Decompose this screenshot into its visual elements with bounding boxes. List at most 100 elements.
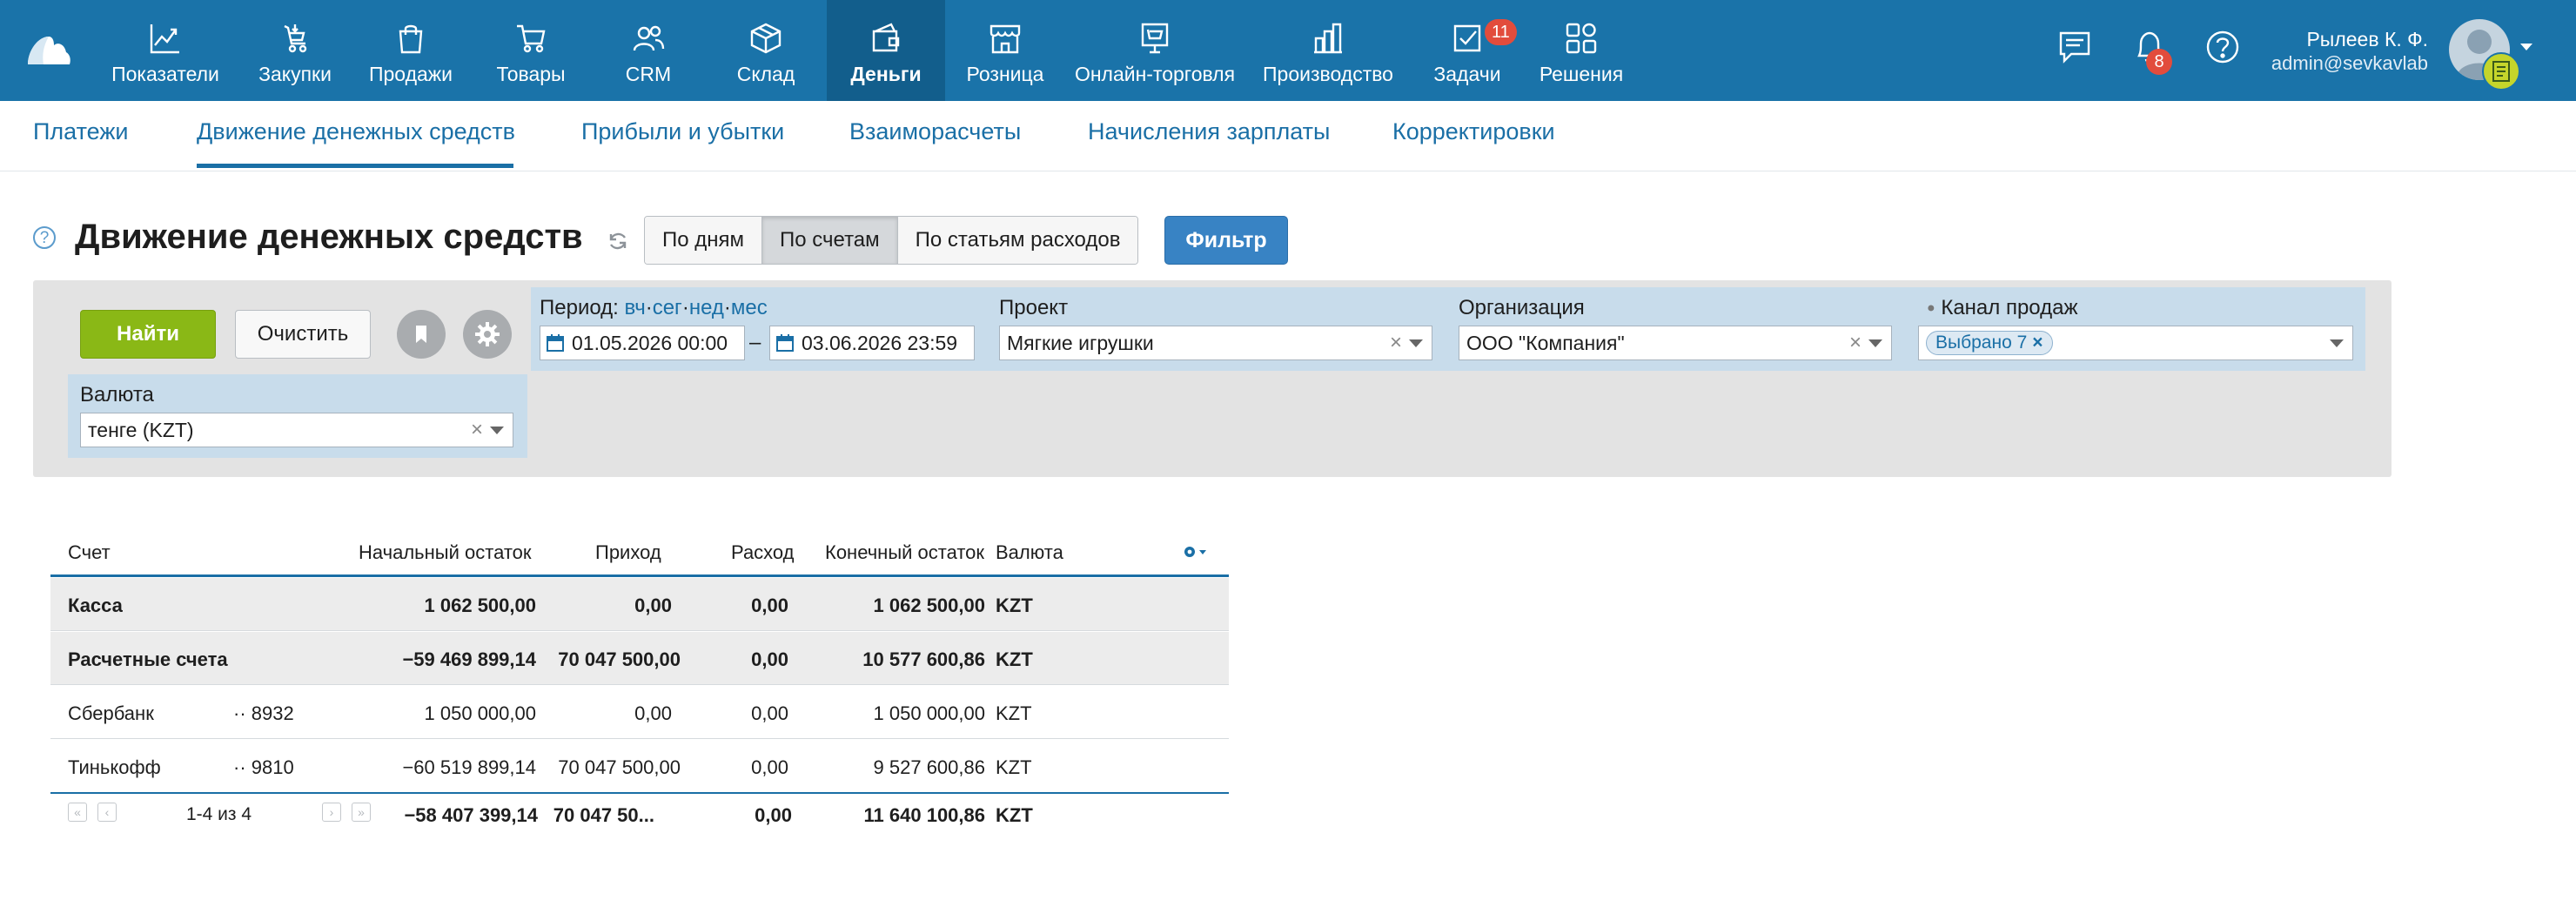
chip-remove-icon[interactable]: × xyxy=(2032,333,2043,353)
tab-cash-flow[interactable]: Движение денежных средств xyxy=(197,118,515,145)
nav-label: Задачи xyxy=(1433,63,1501,85)
cart-icon xyxy=(512,19,550,57)
tab-settlements[interactable]: Взаиморасчеты xyxy=(849,118,1021,145)
nav-item-tasks[interactable]: Задачи xyxy=(1417,0,1518,101)
col-expense[interactable]: Расход xyxy=(731,541,795,564)
avatar-badge xyxy=(2482,52,2520,91)
col-account[interactable]: Счет xyxy=(68,541,111,564)
end-balance: 9 527 600,86 xyxy=(873,756,985,778)
table-row[interactable]: Касса 1 062 500,00 0,00 0,00 1 062 500,0… xyxy=(50,578,1229,631)
next-page-button[interactable]: › xyxy=(322,803,341,822)
table-row[interactable]: Тинькофф ·· 9810 −60 519 899,14 70 047 5… xyxy=(50,740,1229,793)
chevron-down-icon[interactable] xyxy=(1409,339,1423,347)
nav-item-crm[interactable]: CRM xyxy=(602,0,694,101)
view-by-expense-items-button[interactable]: По статьям расходов xyxy=(897,217,1138,264)
filter-settings-button[interactable] xyxy=(463,310,512,359)
chevron-down-icon[interactable] xyxy=(1868,339,1882,347)
account-number: ·· 8932 xyxy=(233,702,294,724)
bookmark-button[interactable] xyxy=(397,310,446,359)
project-clear-icon[interactable]: × xyxy=(1390,326,1402,359)
currency: KZT xyxy=(996,756,1032,778)
income: 0,00 xyxy=(634,702,672,724)
period-link-yesterday[interactable]: вч xyxy=(625,296,646,319)
nav-label: Деньги xyxy=(850,63,922,85)
col-start-balance[interactable]: Начальный остаток xyxy=(359,541,532,564)
nav-item-retail[interactable]: Розница xyxy=(957,0,1053,101)
period-link-month[interactable]: мес xyxy=(731,296,768,319)
period-label: Период: вч·сег·нед·мес xyxy=(540,296,768,319)
table-row[interactable]: Сбербанк ·· 8932 1 050 000,00 0,00 0,00 … xyxy=(50,686,1229,739)
tab-payments[interactable]: Платежи xyxy=(33,118,129,145)
date-from-field[interactable]: 01.05.2026 00:00 xyxy=(540,326,745,360)
find-button[interactable]: Найти xyxy=(80,310,216,359)
organization-select[interactable]: ООО "Компания" × xyxy=(1459,326,1892,360)
chevron-down-icon[interactable] xyxy=(2330,339,2344,347)
chat-button[interactable] xyxy=(2054,24,2096,70)
income: 0,00 xyxy=(634,595,672,616)
cloud-logo-icon[interactable] xyxy=(23,24,75,77)
chat-icon xyxy=(2059,31,2090,64)
project-value: Мягкие игрушки xyxy=(1007,332,1154,354)
page-help-icon[interactable]: ? xyxy=(33,226,56,249)
col-end-balance[interactable]: Конечный остаток xyxy=(825,541,984,564)
nav-item-sales[interactable]: Продажи xyxy=(362,0,460,101)
sales-channel-label: ● Канал продаж xyxy=(1927,296,2078,320)
tasks-count-badge: 11 xyxy=(1485,19,1517,45)
period-link-week[interactable]: нед xyxy=(689,296,724,319)
total-start-balance: −58 407 399,14 xyxy=(404,804,538,826)
col-income[interactable]: Приход xyxy=(595,541,661,564)
expense: 0,00 xyxy=(751,756,788,778)
nav-item-warehouse[interactable]: Склад xyxy=(714,0,818,101)
total-expense: 0,00 xyxy=(755,804,792,826)
view-by-days-button[interactable]: По дням xyxy=(645,217,763,264)
help-button[interactable] xyxy=(2202,24,2244,70)
end-balance: 1 062 500,00 xyxy=(873,595,985,616)
currency-clear-icon[interactable]: × xyxy=(471,413,483,447)
calendar-icon[interactable] xyxy=(775,333,795,353)
nav-item-indicators[interactable]: Показатели xyxy=(103,0,228,101)
nav-label: Розница xyxy=(966,63,1044,85)
nav-item-purchases[interactable]: Закупки xyxy=(247,0,343,101)
expense: 0,00 xyxy=(751,595,788,616)
tasks-icon xyxy=(1448,19,1486,57)
nav-label: Показатели xyxy=(111,63,219,85)
tab-profit-loss[interactable]: Прибыли и убытки xyxy=(581,118,784,145)
project-select[interactable]: Мягкие игрушки × xyxy=(999,326,1432,360)
date-to-field[interactable]: 03.06.2026 23:59 xyxy=(769,326,975,360)
table-row[interactable]: Расчетные счета −59 469 899,14 70 047 50… xyxy=(50,632,1229,685)
refresh-icon[interactable] xyxy=(606,229,630,253)
tab-salary[interactable]: Начисления зарплаты xyxy=(1088,118,1330,145)
view-by-accounts-button[interactable]: По счетам xyxy=(762,217,898,264)
user-name[interactable]: Рылеев К. Ф. xyxy=(2306,28,2428,51)
nav-item-solutions[interactable]: Решения xyxy=(1530,0,1633,101)
purchases-icon xyxy=(276,19,314,57)
chart-line-icon xyxy=(146,19,184,57)
calendar-icon[interactable] xyxy=(546,333,565,353)
start-balance: −59 469 899,14 xyxy=(402,648,536,670)
last-page-button[interactable]: » xyxy=(352,803,371,822)
user-menu-caret[interactable] xyxy=(2520,44,2532,50)
chevron-down-icon[interactable] xyxy=(490,427,504,434)
period-link-today[interactable]: сег xyxy=(653,296,682,319)
tab-adjustments[interactable]: Корректировки xyxy=(1392,118,1555,145)
user-email: admin@sevkavlab xyxy=(2271,52,2428,74)
start-balance: −60 519 899,14 xyxy=(402,756,536,778)
nav-item-goods[interactable]: Товары xyxy=(479,0,583,101)
total-income: 70 047 50... xyxy=(553,804,654,826)
sales-channel-select[interactable]: Выбрано 7 × xyxy=(1918,326,2353,360)
nav-item-money[interactable]: Деньги xyxy=(827,0,945,101)
first-page-button[interactable]: « xyxy=(68,803,87,822)
columns-settings-button[interactable] xyxy=(1182,543,1211,565)
col-currency[interactable]: Валюта xyxy=(996,541,1063,564)
nav-item-online-trade[interactable]: Онлайн-торговля xyxy=(1069,0,1241,101)
currency: KZT xyxy=(996,648,1033,670)
online-shop-icon xyxy=(1136,19,1174,57)
income: 70 047 500,00 xyxy=(558,756,681,778)
prev-page-button[interactable]: ‹ xyxy=(97,803,117,822)
organization-clear-icon[interactable]: × xyxy=(1849,326,1862,359)
filter-button[interactable]: Фильтр xyxy=(1164,216,1288,265)
clear-button[interactable]: Очистить xyxy=(235,310,371,359)
currency-select[interactable]: тенге (KZT) × xyxy=(80,413,513,447)
project-label: Проект xyxy=(999,296,1069,319)
nav-item-production[interactable]: Производство xyxy=(1253,0,1403,101)
